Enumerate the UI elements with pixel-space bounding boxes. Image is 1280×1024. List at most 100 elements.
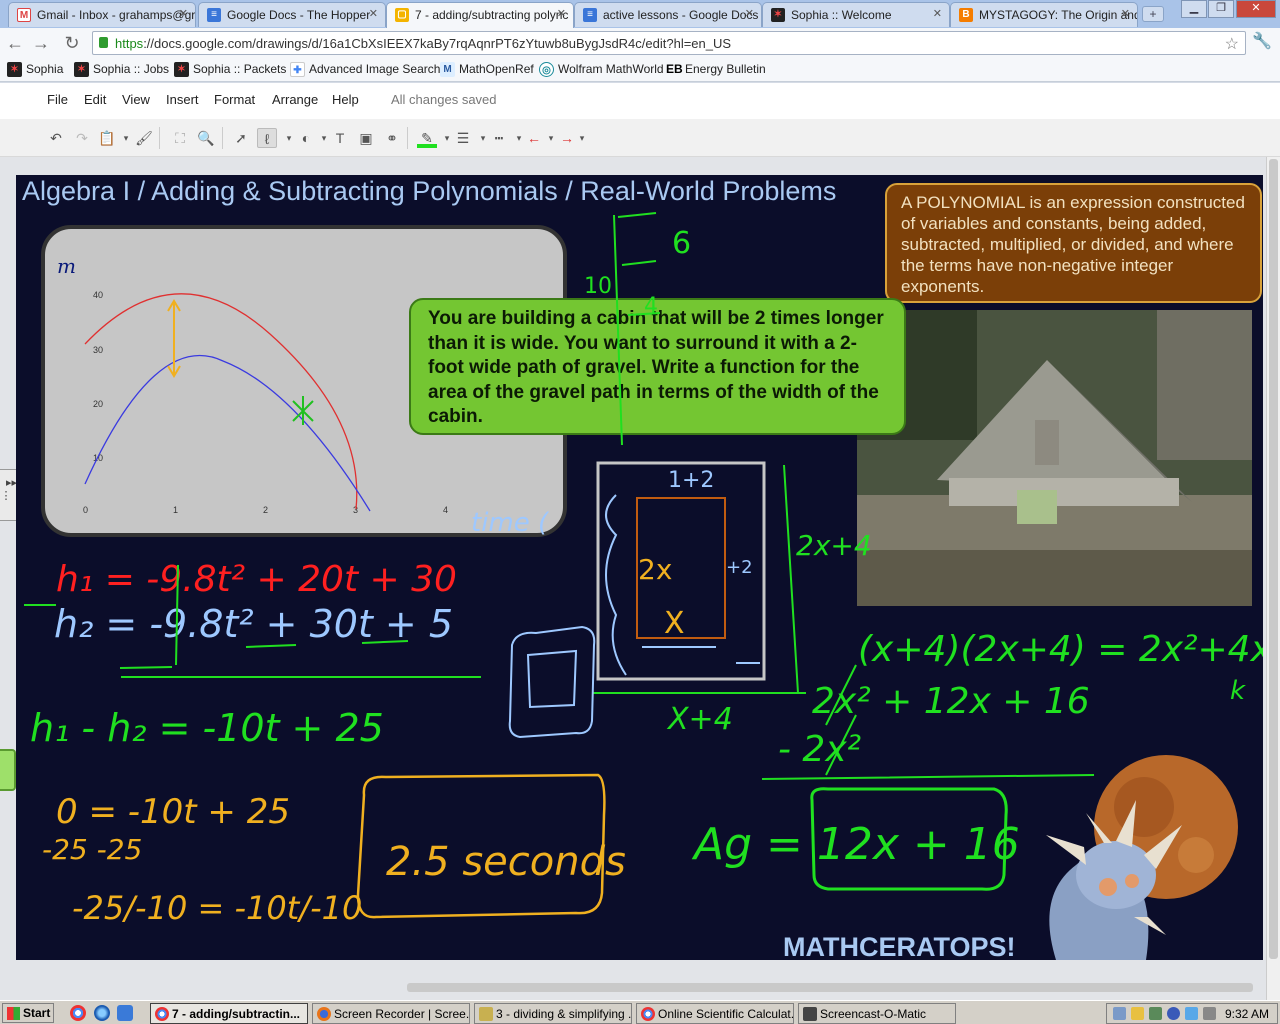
horizontal-scrollbar[interactable] xyxy=(0,980,1266,994)
fit-icon[interactable]: ⛶ xyxy=(170,128,190,148)
mascot-caption: MATHCERATOPS! xyxy=(783,932,1016,960)
tab-gmail[interactable]: M Gmail - Inbox - grahamps@gr ✕ xyxy=(8,2,196,27)
desktop-icon[interactable] xyxy=(117,1005,133,1021)
toolbar-divider xyxy=(407,127,408,149)
drawing-page[interactable]: Algebra I / Adding & Subtracting Polynom… xyxy=(16,175,1263,960)
maximize-window-icon[interactable]: ❐ xyxy=(1208,0,1234,18)
network-icon[interactable] xyxy=(1113,1007,1126,1020)
bookmark-sophia[interactable]: ✶ Sophia xyxy=(7,62,63,77)
taskbar-clock[interactable]: 9:32 AM xyxy=(1225,1007,1269,1021)
chrome-icon[interactable] xyxy=(70,1005,86,1021)
minimize-window-icon[interactable]: ▁ xyxy=(1181,0,1207,18)
vertical-scroll-thumb[interactable] xyxy=(1269,159,1278,959)
firefox-icon xyxy=(317,1007,331,1021)
close-tab-icon[interactable]: ✕ xyxy=(179,7,188,20)
chrome-icon xyxy=(155,1007,169,1021)
close-tab-icon[interactable]: ✕ xyxy=(369,7,378,20)
image-icon[interactable]: ▣ xyxy=(356,128,376,148)
bookmark-energy-bulletin[interactable]: EB Energy Bulletin xyxy=(666,62,766,76)
reload-icon[interactable]: ↻ xyxy=(61,32,83,54)
zoom-icon[interactable]: 🔍 xyxy=(196,128,216,148)
chevron-down-icon[interactable]: ▾ xyxy=(116,128,136,148)
close-tab-icon[interactable]: ✕ xyxy=(933,7,942,20)
wrench-menu-icon[interactable]: 🔧 xyxy=(1252,31,1272,51)
bookmark-advanced-image-search[interactable]: ✚ Advanced Image Search xyxy=(290,62,440,77)
url-text: ://docs.google.com/drawings/d/16a1CbXsIE… xyxy=(143,36,732,51)
solve-step-3: -25/-10 = -10t/-10 xyxy=(72,889,362,927)
close-tab-icon[interactable]: ✕ xyxy=(557,7,566,20)
drawing-canvas-area: ▸▸ ⋮⋮ Algebra I / Adding & Subtracting Po… xyxy=(0,157,1280,1002)
tab-title: MYSTAGOGY: The Origin and xyxy=(979,8,1138,22)
address-bar[interactable]: https://docs.google.com/drawings/d/16a1C… xyxy=(92,31,1246,55)
tab-title: active lessons - Google Docs xyxy=(603,8,759,22)
back-icon[interactable]: ← xyxy=(4,32,26,54)
dimension-side: 2x+4 xyxy=(796,529,872,562)
taskbar-item-screen-recorder[interactable]: Screen Recorder | Scree... xyxy=(312,1003,470,1024)
monitor-icon[interactable] xyxy=(1203,1007,1216,1020)
dimension-top: 1+2 xyxy=(668,468,714,493)
sophia-icon: ✶ xyxy=(771,8,785,22)
toolbar-divider xyxy=(222,127,223,149)
axis-label-time: time ( xyxy=(471,508,550,538)
new-tab-button[interactable]: + xyxy=(1142,6,1164,22)
line-weight-icon[interactable]: ☰ xyxy=(453,128,473,148)
system-tray: 9:32 AM xyxy=(1106,1003,1278,1024)
text-box-icon[interactable]: T xyxy=(330,128,350,148)
margin-mark: k xyxy=(1230,676,1246,706)
scribble-line-icon[interactable]: ℓ xyxy=(257,128,277,148)
taskbar-item-dividing[interactable]: 3 - dividing & simplifying ... xyxy=(474,1003,632,1024)
bookmark-wolfram-mathworld[interactable]: ◎ Wolfram MathWorld xyxy=(539,62,664,77)
taskbar-item-screencast[interactable]: Screencast-O-Matic xyxy=(798,1003,956,1024)
dimension-2x: 2x xyxy=(638,553,672,586)
windows-taskbar: Start 7 - adding/subtractin... Screen Re… xyxy=(0,1000,1280,1024)
shape-icon[interactable]: ◐ xyxy=(296,128,316,148)
undo-icon[interactable]: ↶ xyxy=(46,128,66,148)
energy-bulletin-icon: EB xyxy=(666,62,683,76)
line-dash-icon[interactable]: ┅ xyxy=(489,128,509,148)
menu-arrange[interactable]: Arrange xyxy=(272,92,318,107)
start-button[interactable]: Start xyxy=(2,1003,54,1023)
chevron-down-icon[interactable]: ▾ xyxy=(572,128,592,148)
taskbar-item-calculator[interactable]: Online Scientific Calculat... xyxy=(636,1003,794,1024)
redo-icon[interactable]: ↷ xyxy=(72,128,92,148)
menu-format[interactable]: Format xyxy=(214,92,255,107)
vertical-scrollbar[interactable] xyxy=(1266,157,1280,1002)
sophia-icon: ✶ xyxy=(174,62,189,77)
internet-explorer-icon[interactable] xyxy=(94,1005,110,1021)
menu-help[interactable]: Help xyxy=(332,92,359,107)
paint-format-icon[interactable]: 🖌 xyxy=(134,128,154,148)
close-window-icon[interactable]: ✕ xyxy=(1236,0,1276,18)
dimension-x: X xyxy=(664,606,685,641)
line-color-icon[interactable]: ✎ xyxy=(417,128,437,148)
chrome-icon xyxy=(641,1007,655,1021)
bookmark-sophia-jobs[interactable]: ✶ Sophia :: Jobs xyxy=(74,62,169,77)
update-icon[interactable] xyxy=(1185,1007,1198,1020)
bookmark-sophia-packets[interactable]: ✶ Sophia :: Packets xyxy=(174,62,286,77)
select-arrow-icon[interactable]: ➚ xyxy=(231,128,251,148)
tab-drawing-active[interactable]: ▢ 7 - adding/subtracting polync ✕ xyxy=(386,2,574,28)
tab-active-lessons[interactable]: ≡ active lessons - Google Docs ✕ xyxy=(574,2,762,27)
menu-edit[interactable]: Edit xyxy=(84,92,106,107)
notification-icon[interactable] xyxy=(1131,1007,1144,1020)
tab-google-docs-hopper[interactable]: ≡ Google Docs - The Hopper ✕ xyxy=(198,2,386,27)
volume-icon[interactable] xyxy=(1149,1007,1162,1020)
link-icon[interactable]: ⚭ xyxy=(382,128,402,148)
tab-sophia-welcome[interactable]: ✶ Sophia :: Welcome ✕ xyxy=(762,2,950,27)
menu-insert[interactable]: Insert xyxy=(166,92,199,107)
horizontal-scroll-thumb[interactable] xyxy=(407,983,1253,992)
tab-title: 7 - adding/subtracting polync xyxy=(415,8,569,22)
close-tab-icon[interactable]: ✕ xyxy=(1121,7,1130,20)
offscreen-shape[interactable] xyxy=(0,749,16,791)
bookmark-star-icon[interactable]: ☆ xyxy=(1225,34,1239,54)
paste-icon[interactable]: 📋 xyxy=(97,128,117,148)
menu-file[interactable]: File xyxy=(47,92,68,107)
menu-view[interactable]: View xyxy=(122,92,150,107)
forward-icon[interactable]: → xyxy=(30,32,52,54)
bluetooth-icon[interactable] xyxy=(1167,1007,1180,1020)
bookmark-mathopenref[interactable]: M MathOpenRef xyxy=(440,62,534,77)
close-tab-icon[interactable]: ✕ xyxy=(745,7,754,20)
save-status: All changes saved xyxy=(391,92,497,107)
tab-mystagogy[interactable]: B MYSTAGOGY: The Origin and ✕ xyxy=(950,2,1138,27)
taskbar-item-drawing[interactable]: 7 - adding/subtractin... xyxy=(150,1003,308,1024)
sketch-doodle xyxy=(508,625,596,739)
